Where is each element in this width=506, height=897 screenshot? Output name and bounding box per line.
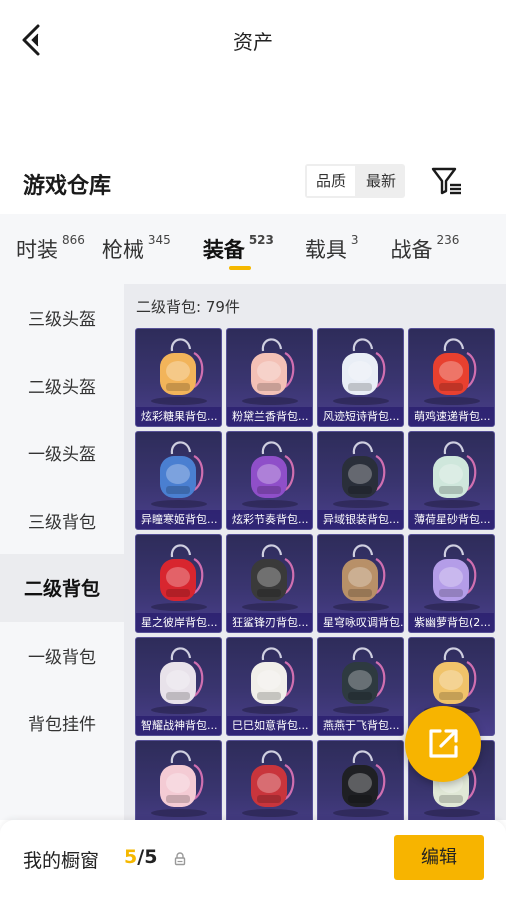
rhythm-backpack-icon bbox=[242, 441, 298, 508]
item-card[interactable]: 风迹短诗背包... bbox=[317, 328, 404, 427]
poem-backpack-icon bbox=[333, 338, 389, 405]
item-card[interactable]: 智耀战神背包... bbox=[135, 637, 222, 736]
tab-fashion[interactable]: 时装 866 bbox=[16, 214, 85, 284]
item-name: 薄荷星砂背包... bbox=[409, 510, 494, 529]
tab-label: 载具 bbox=[304, 238, 347, 262]
shark-backpack-icon bbox=[242, 544, 298, 611]
item-card[interactable]: 巳巳如意背包... bbox=[226, 637, 313, 736]
sort-option-quality[interactable]: 品质 bbox=[305, 164, 358, 198]
sidebar-item-helmet-lv1[interactable]: 一级头盔 bbox=[0, 419, 124, 487]
tab-label: 时装 bbox=[16, 238, 58, 262]
sidebar-item-helmet-lv2[interactable]: 二级头盔 bbox=[0, 352, 124, 420]
item-name: 智耀战神背包... bbox=[136, 716, 221, 735]
item-card[interactable]: 星之彼岸背包... bbox=[135, 534, 222, 633]
tab-count: 866 bbox=[62, 233, 85, 247]
star-backpack-icon bbox=[151, 544, 207, 611]
item-card[interactable] bbox=[226, 740, 313, 820]
lantern-backpack-icon bbox=[242, 750, 298, 817]
wisdom-backpack-icon bbox=[151, 647, 207, 714]
pink-backpack-icon bbox=[242, 338, 298, 405]
item-name: 狂鲨锋刃背包... bbox=[227, 613, 312, 632]
item-name: 燕燕于飞背包... bbox=[318, 716, 403, 735]
item-card[interactable]: 炫彩糖果背包... bbox=[135, 328, 222, 427]
edit-button[interactable]: 编辑 bbox=[394, 835, 484, 880]
silver-backpack-icon bbox=[333, 441, 389, 508]
sakura-backpack-icon bbox=[151, 750, 207, 817]
item-name: 异域银装背包... bbox=[318, 510, 403, 529]
tab-weapons[interactable]: 枪械 345 bbox=[102, 214, 171, 284]
aria-backpack-icon bbox=[333, 544, 389, 611]
tab-label: 枪械 bbox=[101, 238, 144, 262]
item-card[interactable]: 粉黛兰香背包... bbox=[226, 328, 313, 427]
filter-icon[interactable] bbox=[430, 164, 464, 198]
swallow-backpack-icon bbox=[333, 647, 389, 714]
item-name: 星之彼岸背包... bbox=[136, 613, 221, 632]
item-name: 风迹短诗背包... bbox=[318, 407, 403, 426]
item-card[interactable]: 燕燕于飞背包... bbox=[317, 637, 404, 736]
subcategory-sidebar: 三级头盔 二级头盔 一级头盔 三级背包 二级背包 一级背包 背包挂件 bbox=[0, 284, 124, 820]
tab-supplies[interactable]: 战备 236 bbox=[391, 214, 460, 284]
item-name: 炫彩节奏背包... bbox=[227, 510, 312, 529]
violet-backpack-icon bbox=[424, 544, 480, 611]
showcase-label: 我的橱窗 bbox=[23, 850, 100, 872]
item-card[interactable]: 萌鸡速递背包... bbox=[408, 328, 495, 427]
item-card[interactable]: 星穹咏叹调背包... bbox=[317, 534, 404, 633]
grid-caption: 二级背包: 79件 bbox=[136, 298, 240, 316]
item-name: 巳巳如意背包... bbox=[227, 716, 312, 735]
section-header: 游戏仓库 品质 最新 bbox=[0, 160, 506, 210]
candy-backpack-icon bbox=[151, 338, 207, 405]
tab-equipment[interactable]: 装备 523 bbox=[203, 214, 274, 284]
tab-label: 战备 bbox=[390, 238, 433, 262]
tab-count: 523 bbox=[248, 233, 274, 247]
cat-backpack-icon bbox=[333, 750, 389, 817]
item-name: 星穹咏叹调背包... bbox=[318, 613, 403, 632]
tab-vehicles[interactable]: 载具 3 bbox=[305, 214, 359, 284]
sidebar-item-backpack-lv2[interactable]: 二级背包 bbox=[0, 554, 124, 622]
active-tab-indicator bbox=[228, 266, 251, 270]
page-title: 资产 bbox=[233, 30, 273, 54]
section-title: 游戏仓库 bbox=[23, 174, 112, 199]
sidebar-item-backpack-charm[interactable]: 背包挂件 bbox=[0, 689, 124, 757]
item-name: 紫幽萝背包(2... bbox=[409, 613, 494, 632]
tab-count: 236 bbox=[436, 233, 460, 247]
showcase-used: 5 bbox=[124, 846, 138, 868]
tab-label: 装备 bbox=[202, 238, 245, 262]
top-bar: 资产 bbox=[0, 0, 506, 80]
cartoon-backpack-icon bbox=[424, 647, 480, 714]
showcase-total: 5 bbox=[144, 846, 158, 868]
ice-backpack-icon bbox=[151, 441, 207, 508]
sidebar-item-helmet-lv3[interactable]: 三级头盔 bbox=[0, 284, 124, 352]
share-icon bbox=[429, 729, 458, 758]
sort-option-newest[interactable]: 最新 bbox=[357, 164, 405, 198]
showcase-bar: 我的橱窗 5/5 编辑 bbox=[0, 820, 506, 897]
item-card[interactable]: 薄荷星砂背包... bbox=[408, 431, 495, 530]
item-card[interactable]: 紫幽萝背包(2... bbox=[408, 534, 495, 633]
item-name: 粉黛兰香背包... bbox=[227, 407, 312, 426]
lock-icon bbox=[173, 851, 187, 866]
item-name: 炫彩糖果背包... bbox=[136, 407, 221, 426]
item-card[interactable] bbox=[317, 740, 404, 820]
item-card[interactable]: 异瞳寒姬背包... bbox=[135, 431, 222, 530]
item-name: 异瞳寒姬背包... bbox=[136, 510, 221, 529]
chick-backpack-icon bbox=[424, 338, 480, 405]
showcase-count: 5/5 bbox=[124, 846, 157, 868]
tab-count: 345 bbox=[147, 233, 171, 247]
item-card[interactable]: 炫彩节奏背包... bbox=[226, 431, 313, 530]
mint-backpack-icon bbox=[424, 441, 480, 508]
item-card[interactable]: 狂鲨锋刃背包... bbox=[226, 534, 313, 633]
sidebar-item-backpack-lv3[interactable]: 三级背包 bbox=[0, 487, 124, 555]
snake-backpack-icon bbox=[242, 647, 298, 714]
sort-toggle: 品质 最新 bbox=[305, 164, 406, 198]
share-button[interactable] bbox=[405, 706, 481, 782]
sidebar-item-backpack-lv1[interactable]: 一级背包 bbox=[0, 622, 124, 690]
item-card[interactable]: 异域银装背包... bbox=[317, 431, 404, 530]
tab-count: 3 bbox=[350, 233, 359, 247]
category-tabs: 时装 866 枪械 345 装备 523 载具 3 战备 236 bbox=[0, 214, 506, 284]
item-card[interactable] bbox=[135, 740, 222, 820]
item-name: 萌鸡速递背包... bbox=[409, 407, 494, 426]
